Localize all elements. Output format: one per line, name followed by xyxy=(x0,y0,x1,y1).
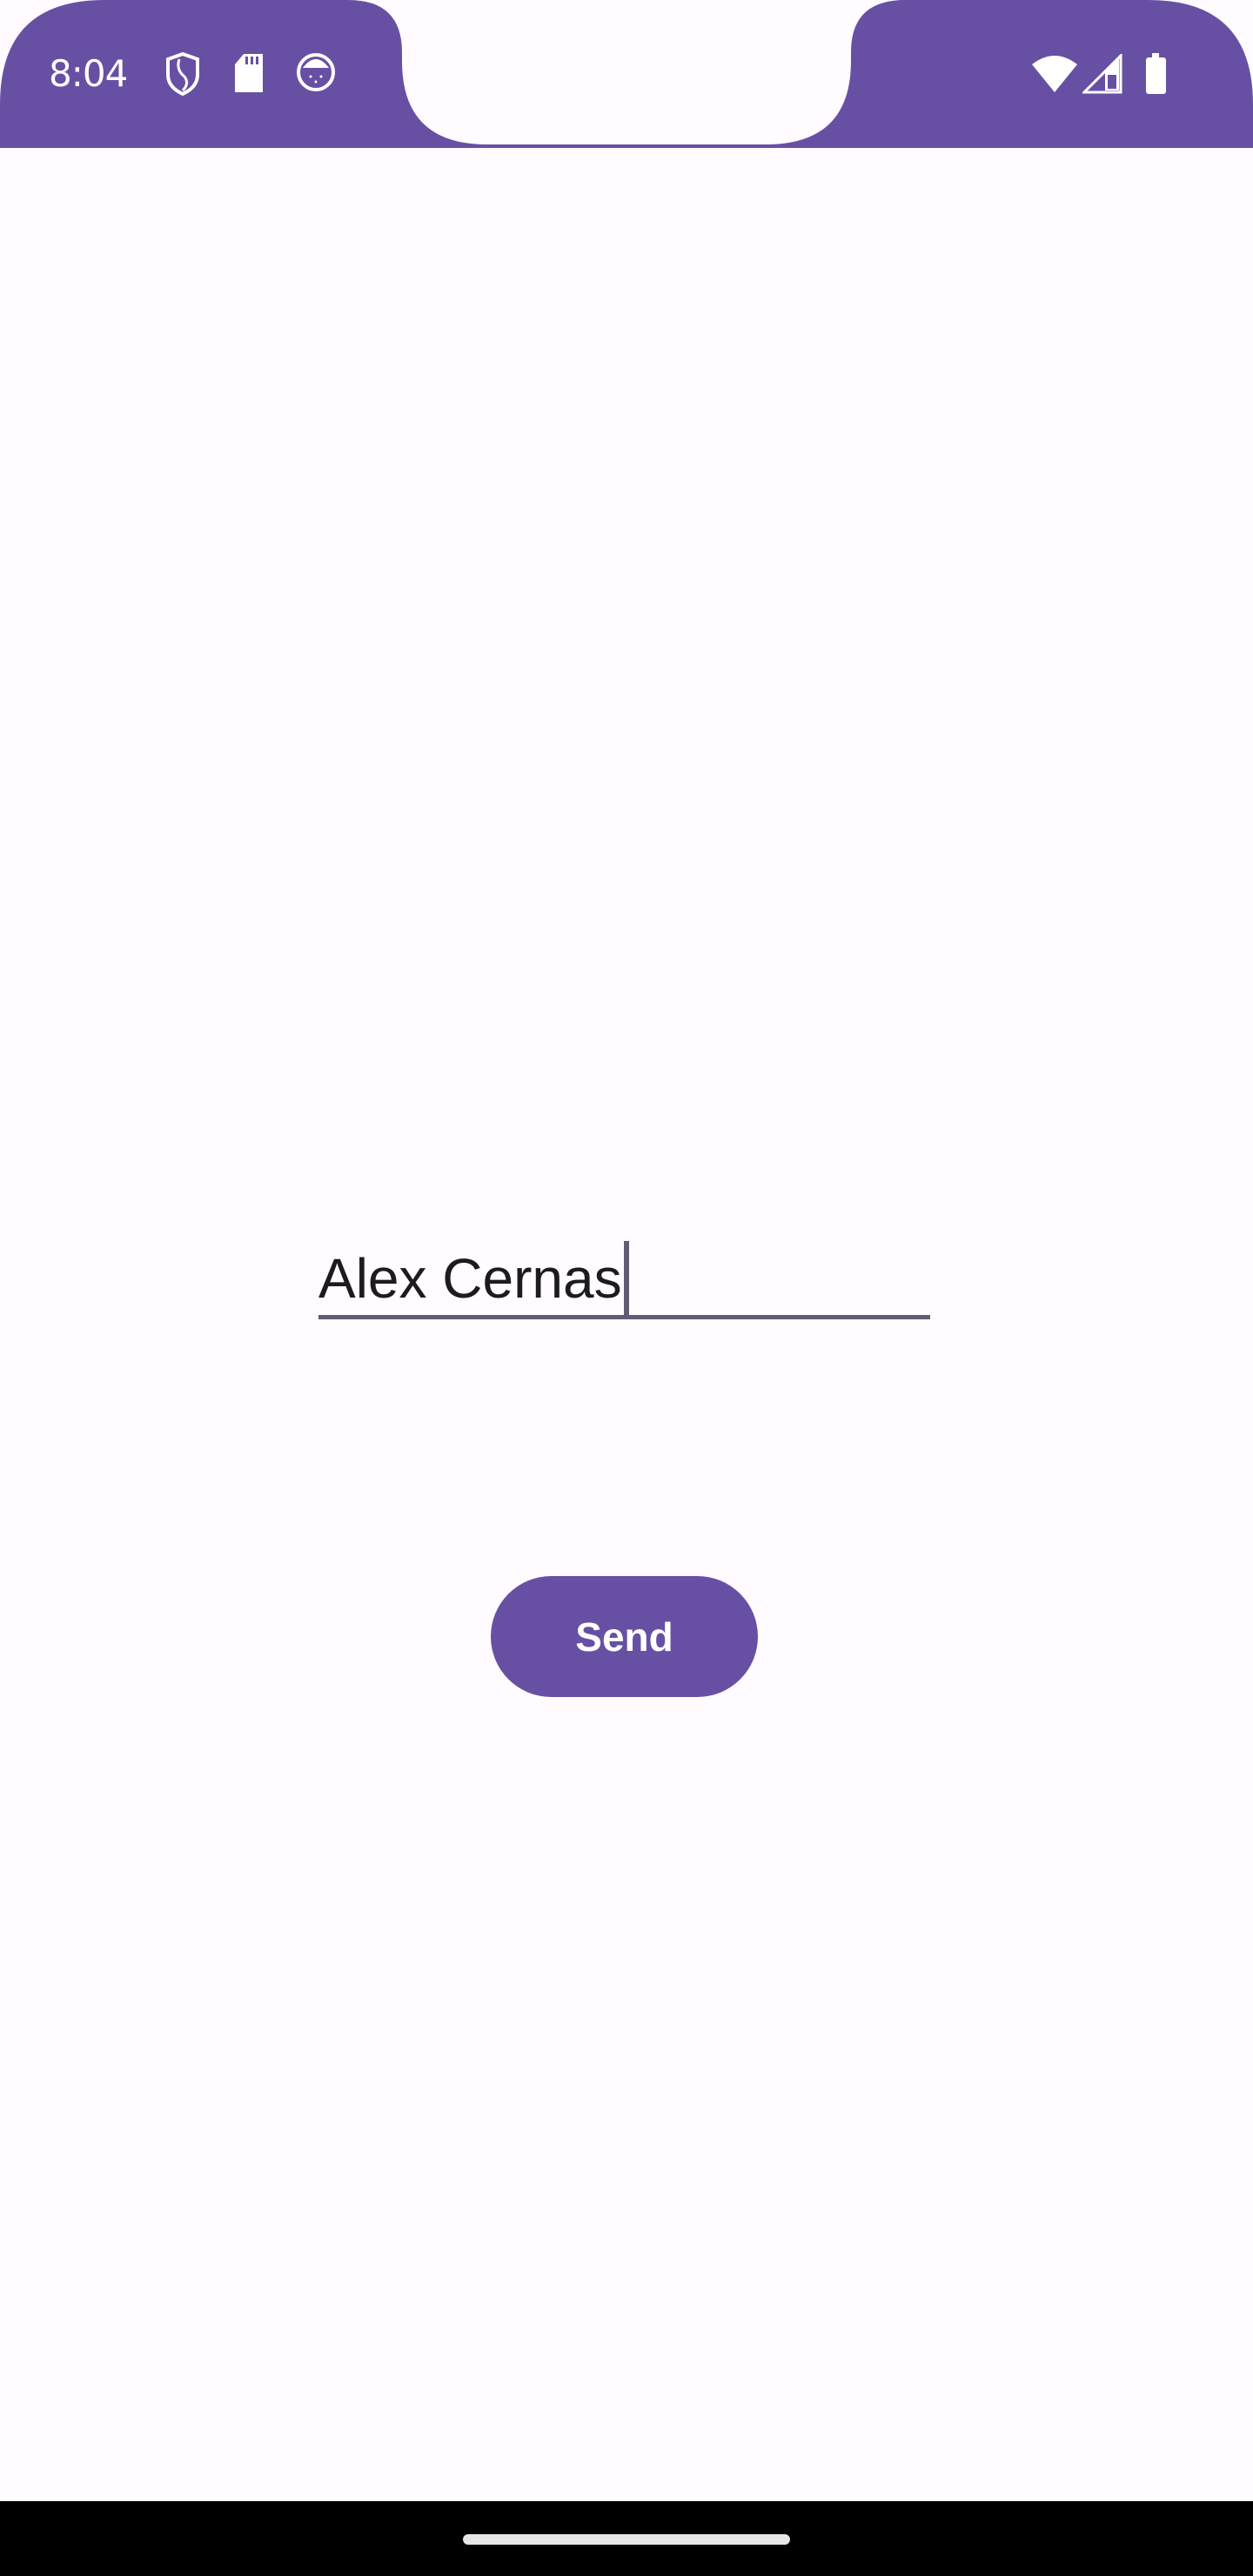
input-underline xyxy=(318,1315,930,1319)
name-input-value: Alex Cernas xyxy=(318,1246,622,1310)
sd-card-icon xyxy=(233,52,265,98)
text-cursor xyxy=(623,1241,629,1315)
navigation-bar xyxy=(0,2501,1253,2576)
send-button[interactable]: Send xyxy=(491,1576,758,1697)
status-bar: 8:04 xyxy=(0,0,1253,148)
shield-icon xyxy=(165,51,200,100)
battery-icon xyxy=(1143,52,1169,100)
cat-face-icon xyxy=(296,52,336,97)
clock: 8:04 xyxy=(49,52,128,95)
cellular-signal-icon xyxy=(1081,52,1122,98)
name-input[interactable]: Alex Cernas xyxy=(318,1218,930,1319)
wifi-icon xyxy=(1030,54,1079,98)
home-gesture-handle[interactable] xyxy=(463,2534,790,2545)
